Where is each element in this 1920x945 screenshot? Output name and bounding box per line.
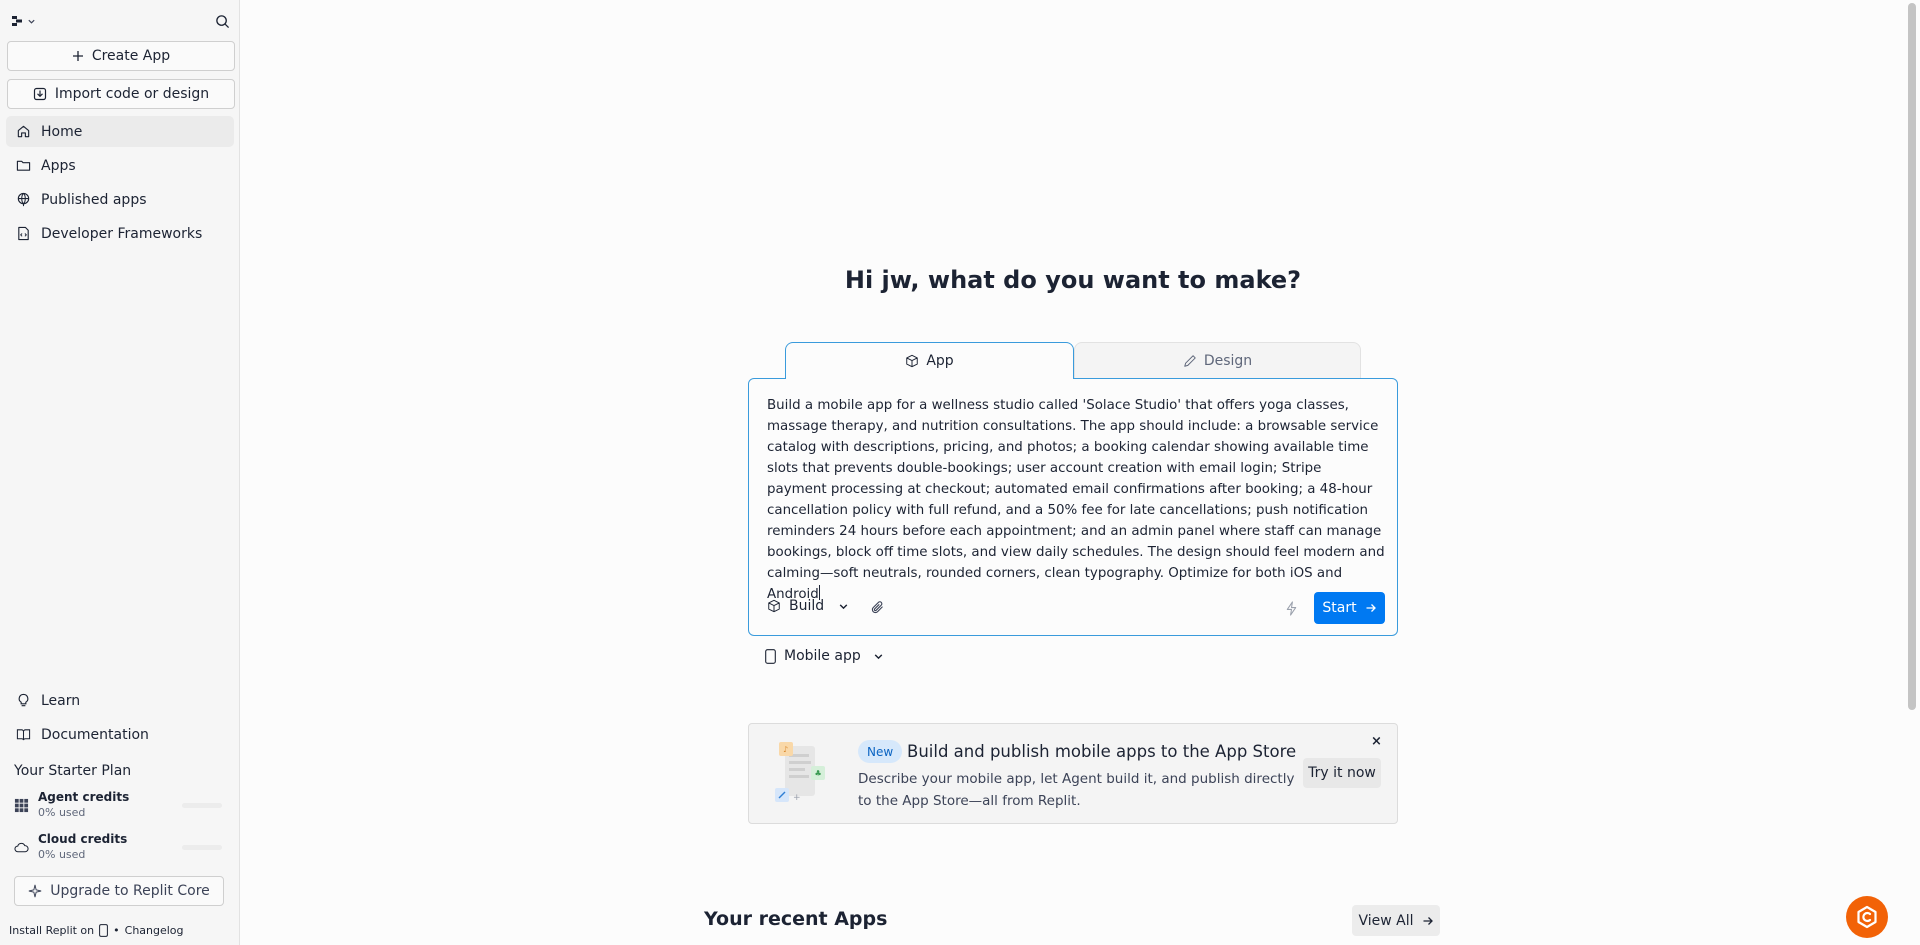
- close-icon[interactable]: ×: [1371, 734, 1382, 749]
- replit-help-button[interactable]: [1846, 896, 1888, 938]
- cloud-credits-text: Cloud credits 0% used: [38, 832, 127, 862]
- chevron-down-icon: [28, 19, 35, 24]
- promo-banner: ♪ ♣ + New Build and publish mobile apps …: [748, 723, 1398, 824]
- sidebar-item-documentation[interactable]: Documentation: [6, 719, 234, 750]
- sidebar-item-label: Developer Frameworks: [41, 225, 203, 242]
- book-icon: [15, 727, 31, 743]
- chevron-down-icon: [874, 653, 883, 659]
- sidebar-top: [12, 10, 230, 32]
- view-all-button[interactable]: View All: [1352, 905, 1440, 936]
- sidebar: Create App Import code or design Home Ap…: [0, 0, 240, 945]
- credit-name: Cloud credits: [38, 832, 128, 846]
- agent-credits-text: Agent credits 0% used: [38, 790, 129, 820]
- sparkle-icon: [29, 884, 42, 898]
- folder-icon: [15, 158, 31, 174]
- chevron-down-icon: [839, 603, 848, 609]
- cube-icon: [768, 599, 780, 613]
- start-button[interactable]: Start: [1314, 592, 1385, 624]
- home-icon: [15, 124, 31, 140]
- svg-text:♣: ♣: [815, 769, 822, 778]
- agent-credits-icon: [14, 798, 29, 812]
- install-label[interactable]: Install Replit on: [9, 924, 94, 937]
- tab-label: App: [926, 353, 954, 369]
- tab-label: Design: [1203, 352, 1253, 369]
- prompt-box[interactable]: Build a mobile app for a wellness studio…: [748, 378, 1398, 636]
- sidebar-item-developer-frameworks[interactable]: Developer Frameworks: [6, 218, 234, 249]
- upgrade-label: Upgrade to Replit Core: [50, 883, 210, 899]
- svg-text:♪: ♪: [783, 745, 788, 754]
- promo-description: Describe your mobile app, let Agent buil…: [858, 771, 1295, 809]
- separator-dot: •: [113, 924, 120, 937]
- agent-credits-row[interactable]: Agent credits 0% used: [14, 788, 230, 822]
- new-badge: New: [858, 740, 903, 763]
- sidebar-item-label: Published apps: [41, 191, 147, 208]
- sidebar-item-apps[interactable]: Apps: [6, 150, 234, 181]
- recent-apps-title: Your recent Apps: [704, 908, 888, 930]
- platform-select[interactable]: Mobile app: [765, 648, 884, 664]
- cloud-icon: [14, 842, 29, 852]
- prompt-textarea[interactable]: Build a mobile app for a wellness studio…: [767, 395, 1385, 605]
- sidebar-item-label: Documentation: [41, 726, 149, 743]
- phone-icon: [765, 648, 776, 664]
- workspace-menu[interactable]: [12, 16, 36, 26]
- replit-c-icon: [1857, 905, 1877, 929]
- agent-credits-bar: [182, 803, 222, 808]
- platform-label: Mobile app: [784, 648, 861, 664]
- credit-name: Agent credits: [38, 790, 130, 804]
- credit-used: 0% used: [38, 848, 86, 861]
- build-mode-select[interactable]: Build: [767, 598, 849, 614]
- file-code-icon: [15, 226, 31, 242]
- create-app-button[interactable]: Create App: [7, 41, 235, 71]
- plan-title: Your Starter Plan: [14, 763, 132, 779]
- install-row: Install Replit on • Changelog: [9, 924, 184, 937]
- sidebar-item-label: Learn: [41, 692, 81, 709]
- changelog-link[interactable]: Changelog: [125, 924, 184, 937]
- replit-logo-icon: [12, 16, 22, 26]
- credit-used: 0% used: [38, 806, 86, 819]
- build-label: Build: [789, 598, 825, 614]
- sidebar-item-home[interactable]: Home: [6, 116, 234, 147]
- page-title: Hi jw, what do you want to make?: [844, 266, 1302, 294]
- tab-app[interactable]: App: [785, 342, 1074, 379]
- sidebar-item-label: Home: [41, 123, 83, 140]
- lightbulb-icon: [15, 693, 31, 709]
- paperclip-icon[interactable]: [870, 600, 885, 615]
- search-icon[interactable]: [215, 14, 230, 29]
- app-store-illustration-icon: ♪ ♣ +: [775, 742, 825, 803]
- scrollbar[interactable]: [1908, 3, 1916, 710]
- sidebar-item-published-apps[interactable]: Published apps: [6, 184, 234, 215]
- start-label: Start: [1322, 600, 1357, 616]
- svg-text:+: +: [793, 793, 801, 803]
- promo-title: Build and publish mobile apps to the App…: [907, 742, 1297, 761]
- create-app-label: Create App: [91, 48, 171, 64]
- plus-icon: [72, 51, 83, 61]
- cube-icon: [906, 354, 919, 368]
- phone-icon[interactable]: [99, 924, 109, 937]
- tab-design[interactable]: Design: [1074, 342, 1361, 378]
- import-button[interactable]: Import code or design: [7, 79, 235, 109]
- import-label: Import code or design: [54, 86, 210, 102]
- cloud-credits-row[interactable]: Cloud credits 0% used: [14, 830, 230, 864]
- import-icon: [33, 87, 46, 101]
- upgrade-button[interactable]: Upgrade to Replit Core: [14, 876, 224, 906]
- sidebar-item-label: Apps: [41, 157, 76, 174]
- lightning-icon[interactable]: [1285, 601, 1298, 616]
- globe-icon: [15, 192, 31, 208]
- sidebar-item-learn[interactable]: Learn: [6, 685, 234, 716]
- cloud-credits-bar: [182, 845, 222, 850]
- arrow-right-icon: [1423, 916, 1433, 925]
- arrow-right-icon: [1366, 604, 1376, 612]
- view-all-label: View All: [1358, 912, 1414, 929]
- pen-icon: [1184, 354, 1196, 367]
- prompt-value: Build a mobile app for a wellness studio…: [767, 398, 1385, 602]
- try-it-now-button[interactable]: Try it now: [1303, 758, 1381, 788]
